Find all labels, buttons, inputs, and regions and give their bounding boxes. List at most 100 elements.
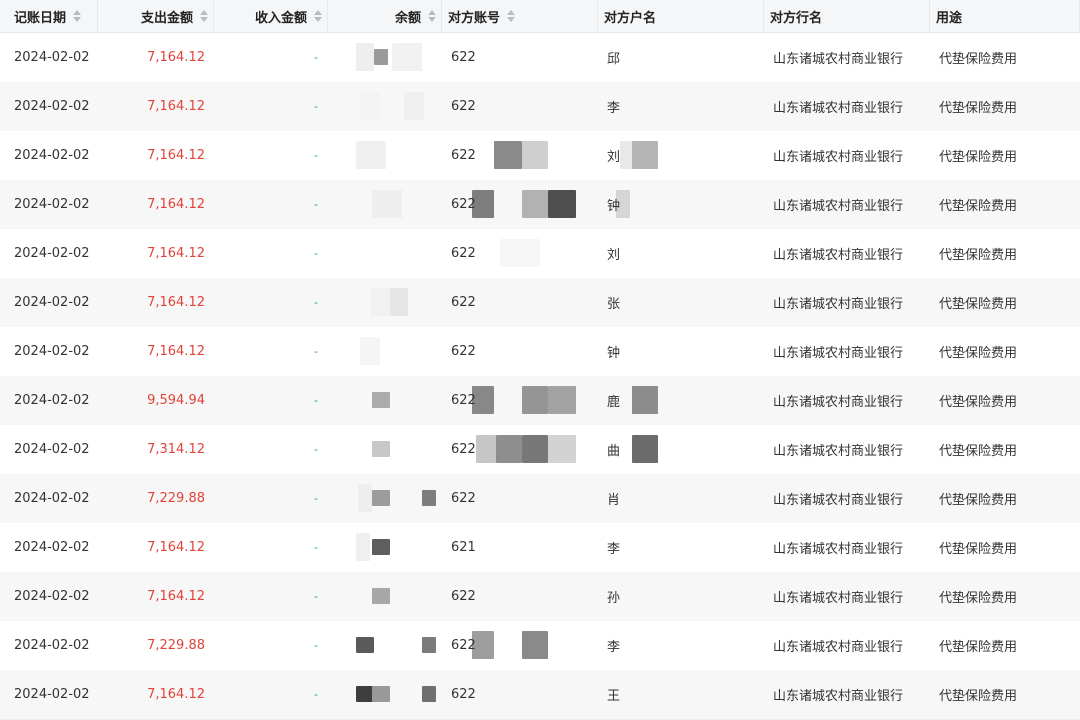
table-row[interactable]: 2024-02-02 7,164.12 - 622 刘 山东诸城农村商业银行 代垫保险费用 xyxy=(0,229,1080,279)
cell-purpose: 代垫保险费用 xyxy=(939,150,1018,165)
cell-account: 622 xyxy=(451,344,476,359)
table-row[interactable]: 2024-02-02 7,229.88 - 622 肖 山东诸城农村商业银行 代垫保险费用 xyxy=(0,474,1080,524)
cell-purpose: 代垫保险费用 xyxy=(939,199,1018,214)
cell-income: - xyxy=(314,443,318,456)
cell-date: 2024-02-02 xyxy=(14,197,90,212)
redacted-block xyxy=(372,588,390,604)
cell-bank: 山东诸城农村商业银行 xyxy=(773,689,904,704)
cell-name: 刘 xyxy=(607,150,621,165)
column-header-balance[interactable]: 余额 xyxy=(328,0,442,32)
cell-date: 2024-02-02 xyxy=(14,589,90,604)
cell-name: 李 xyxy=(607,640,621,655)
cell-date: 2024-02-02 xyxy=(14,246,90,261)
redacted-block xyxy=(356,637,374,653)
cell-income: - xyxy=(314,394,318,407)
cell-name: 曲 xyxy=(607,444,621,459)
table-row[interactable]: 2024-02-02 7,229.88 - 622 李 山东诸城农村商业银行 代垫保险费用 xyxy=(0,621,1080,671)
cell-expense: 7,314.12 xyxy=(147,442,205,457)
column-header-income[interactable]: 收入金额 xyxy=(214,0,328,32)
cell-name: 刘 xyxy=(607,248,621,263)
cell-expense: 7,164.12 xyxy=(147,50,205,65)
column-header-expense[interactable]: 支出金额 xyxy=(98,0,214,32)
cell-date: 2024-02-02 xyxy=(14,148,90,163)
cell-bank: 山东诸城农村商业银行 xyxy=(773,199,904,214)
table-row[interactable]: 2024-02-02 7,164.12 - 622 李 山东诸城农村商业银行 代垫保险费用 xyxy=(0,82,1080,132)
cell-bank: 山东诸城农村商业银行 xyxy=(773,101,904,116)
table-row[interactable]: 2024-02-02 7,164.12 - 622 钟 山东诸城农村商业银行 代垫保险费用 xyxy=(0,327,1080,377)
cell-name: 邱 xyxy=(607,52,621,67)
redacted-block xyxy=(422,637,436,653)
column-header-purpose: 用途 xyxy=(930,0,1080,32)
table-row[interactable]: 2024-02-02 7,314.12 - 622 曲 山东诸城农村商业银行 代垫保险费用 xyxy=(0,425,1080,475)
column-header-label: 记账日期 xyxy=(14,10,67,26)
cell-date: 2024-02-02 xyxy=(14,344,90,359)
table-row[interactable]: 2024-02-02 9,594.94 - 622 鹿 山东诸城农村商业银行 代垫保险费用 xyxy=(0,376,1080,426)
cell-income: - xyxy=(314,639,318,652)
column-header-bank: 对方行名 xyxy=(764,0,930,32)
redacted-block xyxy=(404,92,424,120)
redacted-block xyxy=(372,392,390,408)
sort-icon[interactable] xyxy=(313,9,323,23)
cell-account: 622 xyxy=(451,148,476,163)
cell-account: 622 xyxy=(451,246,476,261)
redacted-block xyxy=(372,686,390,702)
cell-income: - xyxy=(314,492,318,505)
cell-account: 622 xyxy=(451,50,476,65)
cell-income: - xyxy=(314,296,318,309)
table-row[interactable]: 2024-02-02 7,164.12 - 621 李 山东诸城农村商业银行 代垫保险费用 xyxy=(0,523,1080,573)
column-header-name: 对方户名 xyxy=(598,0,764,32)
cell-account: 622 xyxy=(451,393,476,408)
column-header-account[interactable]: 对方账号 xyxy=(442,0,598,32)
cell-bank: 山东诸城农村商业银行 xyxy=(773,640,904,655)
cell-expense: 7,164.12 xyxy=(147,540,205,555)
sort-icon[interactable] xyxy=(72,9,82,23)
cell-name: 李 xyxy=(607,101,621,116)
cell-name: 李 xyxy=(607,542,621,557)
table-row[interactable]: 2024-02-02 7,164.12 - 622 王 山东诸城农村商业银行 代垫保险费用 xyxy=(0,670,1080,720)
cell-purpose: 代垫保险费用 xyxy=(939,493,1018,508)
table-row[interactable]: 2024-02-02 7,164.12 - 622 邱 山东诸城农村商业银行 代垫保险费用 xyxy=(0,33,1080,83)
cell-date: 2024-02-02 xyxy=(14,638,90,653)
sort-icon[interactable] xyxy=(506,9,516,23)
cell-income: - xyxy=(314,100,318,113)
cell-expense: 7,164.12 xyxy=(147,589,205,604)
table-row[interactable]: 2024-02-02 7,164.12 - 622 孙 山东诸城农村商业银行 代垫保险费用 xyxy=(0,572,1080,622)
redacted-block xyxy=(356,43,374,71)
redacted-block xyxy=(392,43,422,71)
redacted-block xyxy=(372,490,390,506)
column-header-label: 对方户名 xyxy=(604,10,657,26)
redacted-block xyxy=(360,92,380,120)
cell-expense: 7,164.12 xyxy=(147,295,205,310)
table-row[interactable]: 2024-02-02 7,164.12 - 622 张 山东诸城农村商业银行 代垫保险费用 xyxy=(0,278,1080,328)
cell-account: 622 xyxy=(451,687,476,702)
cell-account: 622 xyxy=(451,99,476,114)
redacted-block xyxy=(356,141,386,169)
sort-icon[interactable] xyxy=(199,9,209,23)
cell-purpose: 代垫保险费用 xyxy=(939,52,1018,67)
cell-bank: 山东诸城农村商业银行 xyxy=(773,52,904,67)
redacted-block xyxy=(370,288,390,316)
column-header-date[interactable]: 记账日期 xyxy=(0,0,98,32)
sort-icon[interactable] xyxy=(427,9,437,23)
column-header-label: 对方行名 xyxy=(770,10,823,26)
cell-date: 2024-02-02 xyxy=(14,50,90,65)
cell-income: - xyxy=(314,345,318,358)
cell-account: 622 xyxy=(451,491,476,506)
transaction-table: 记账日期 支出金额 收入金额 余额 对方账号 对方户名 对方行名 用途 2024-02-02 7… xyxy=(0,0,1080,720)
cell-purpose: 代垫保险费用 xyxy=(939,248,1018,263)
table-row[interactable]: 2024-02-02 7,164.12 - 622 钟 山东诸城农村商业银行 代垫保险费用 xyxy=(0,180,1080,230)
cell-purpose: 代垫保险费用 xyxy=(939,689,1018,704)
redacted-block xyxy=(360,337,380,365)
cell-bank: 山东诸城农村商业银行 xyxy=(773,150,904,165)
cell-expense: 9,594.94 xyxy=(147,393,205,408)
column-header-label: 用途 xyxy=(936,10,963,26)
redacted-block xyxy=(390,288,408,316)
table-row[interactable]: 2024-02-02 7,164.12 - 622 刘 山东诸城农村商业银行 代垫保险费用 xyxy=(0,131,1080,181)
cell-income: - xyxy=(314,51,318,64)
cell-name: 肖 xyxy=(607,493,621,508)
cell-bank: 山东诸城农村商业银行 xyxy=(773,346,904,361)
cell-purpose: 代垫保险费用 xyxy=(939,591,1018,606)
cell-account: 622 xyxy=(451,638,476,653)
cell-purpose: 代垫保险费用 xyxy=(939,297,1018,312)
cell-income: - xyxy=(314,247,318,260)
